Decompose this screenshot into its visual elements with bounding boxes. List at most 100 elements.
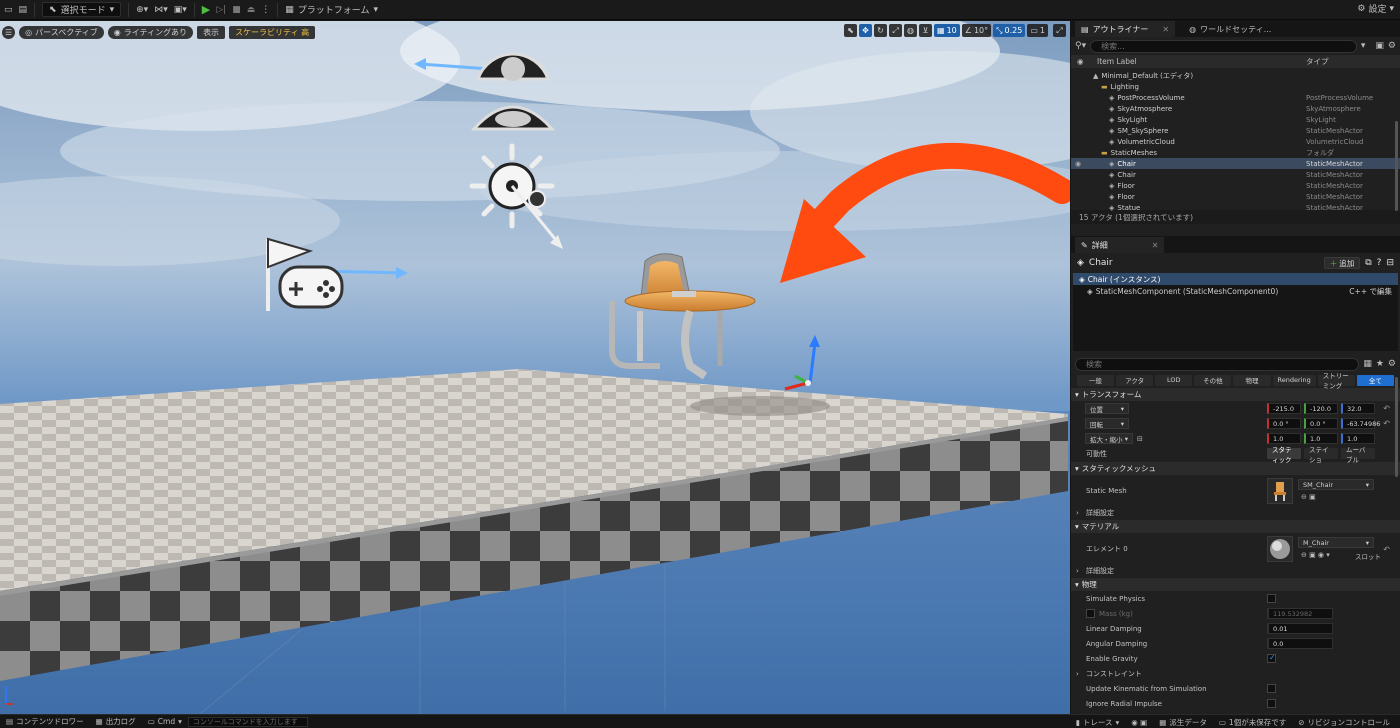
simulate-physics-checkbox[interactable] bbox=[1267, 594, 1276, 603]
outliner-row[interactable]: ◈ Statue StaticMeshActor bbox=[1071, 202, 1400, 213]
static-mesh-advanced-row[interactable]: › 詳細設定 bbox=[1071, 507, 1400, 519]
rotate-snap-button[interactable]: ∠ 10° bbox=[961, 24, 992, 37]
outliner-row[interactable]: ◈ PostProcessVolume PostProcessVolume bbox=[1071, 92, 1400, 103]
scale-y-field[interactable]: 1.0 bbox=[1304, 433, 1338, 444]
favorite-icon[interactable]: ★ bbox=[1376, 359, 1384, 369]
level-viewport[interactable]: ☰ ◎ パースペクティブ ◉ ライティングあり 表示 スケーラビリティ 高 ⬉ … bbox=[0, 21, 1070, 714]
filter-tab[interactable]: その他 bbox=[1194, 374, 1232, 386]
constraints-row[interactable]: › コンストレイント bbox=[1071, 666, 1400, 681]
content-browser-icon[interactable]: ▤ bbox=[19, 2, 28, 18]
edit-in-cpp-link[interactable]: C++ で編集 bbox=[1349, 286, 1392, 297]
table-view-icon[interactable]: ▦ bbox=[1363, 359, 1372, 369]
reset-icon[interactable]: ↶ bbox=[1383, 545, 1390, 554]
outliner-row[interactable]: ◈ Floor StaticMeshActor bbox=[1071, 191, 1400, 202]
chevron-down-icon[interactable]: ▾ bbox=[1361, 41, 1366, 51]
save-icon[interactable]: ▭ bbox=[4, 2, 13, 18]
transform-section-header[interactable]: ▾ トランスフォーム bbox=[1071, 388, 1400, 401]
content-drawer-button[interactable]: ▤ コンテンツドロワー bbox=[0, 716, 90, 727]
grid-snap-button[interactable]: ▦ 10 bbox=[934, 24, 960, 37]
close-icon[interactable]: ✕ bbox=[1152, 241, 1159, 250]
filter-tab[interactable]: 全て bbox=[1356, 374, 1394, 386]
outliner-row[interactable]: ◈ VolumetricCloud VolumetricCloud bbox=[1071, 136, 1400, 147]
component-instance[interactable]: ◈ Chair (インスタンス) bbox=[1073, 273, 1398, 285]
lock-icon[interactable]: ⊟ bbox=[1137, 435, 1143, 443]
enable-gravity-checkbox[interactable] bbox=[1267, 653, 1276, 663]
reset-icon[interactable]: ↶ bbox=[1383, 404, 1390, 413]
static-mesh-dropdown[interactable]: SM_Chair ▾ bbox=[1298, 479, 1374, 490]
static-mesh-thumbnail[interactable] bbox=[1267, 478, 1293, 504]
physics-section-header[interactable]: ▾ 物理 bbox=[1071, 578, 1400, 591]
filter-tab[interactable]: ストリーミング bbox=[1317, 372, 1355, 390]
angular-damping-field[interactable]: 0.0 bbox=[1267, 638, 1333, 649]
scale-tool-icon[interactable]: ⤢ bbox=[889, 24, 903, 37]
static-mesh-section-header[interactable]: ▾ スタティックメッシュ bbox=[1071, 462, 1400, 475]
outliner-row[interactable]: ◈ SkyAtmosphere SkyAtmosphere bbox=[1071, 103, 1400, 114]
details-search-input[interactable]: 検索 bbox=[1075, 357, 1360, 371]
mobility-movable-button[interactable]: ムーバブル bbox=[1341, 446, 1375, 464]
translate-tool-icon[interactable]: ✥ bbox=[859, 24, 873, 37]
type-column[interactable]: タイプ bbox=[1306, 56, 1329, 67]
add-folder-icon[interactable]: ▣ bbox=[1375, 41, 1384, 51]
cinematics-icon[interactable]: ▣▾ bbox=[174, 2, 187, 18]
tab-outliner[interactable]: ▤ アウトライナー ✕ bbox=[1075, 21, 1176, 37]
filter-tab[interactable]: 一般 bbox=[1077, 374, 1115, 386]
help-icon[interactable]: ? bbox=[1377, 258, 1382, 268]
outliner-search-input[interactable]: 検索... bbox=[1090, 39, 1357, 53]
rotate-tool-icon[interactable]: ↻ bbox=[874, 24, 888, 37]
rotation-y-field[interactable]: 0.0 ° bbox=[1304, 418, 1338, 429]
material-browse-icons[interactable]: ⊖ ▣ ◉ ▾ bbox=[1301, 551, 1330, 559]
scalability-button[interactable]: スケーラビリティ 高 bbox=[229, 25, 316, 39]
filter-icon[interactable]: ⚲▾ bbox=[1075, 41, 1086, 51]
visibility-icon[interactable]: ◉ bbox=[1071, 160, 1085, 168]
blueprint-icon[interactable]: ⧉ bbox=[1365, 258, 1371, 268]
outliner-row[interactable]: ◈ Floor StaticMeshActor bbox=[1071, 180, 1400, 191]
rotation-x-field[interactable]: 0.0 ° bbox=[1267, 418, 1301, 429]
scale-x-field[interactable]: 1.0 bbox=[1267, 433, 1301, 444]
lighting-button[interactable]: ◉ ライティングあり bbox=[107, 25, 194, 39]
scale-z-field[interactable]: 1.0 bbox=[1341, 433, 1375, 444]
play-icon[interactable]: ▶ bbox=[202, 2, 210, 18]
outliner-row[interactable]: ▬ Lighting bbox=[1071, 81, 1400, 92]
filter-tab[interactable]: アクタ bbox=[1116, 374, 1154, 386]
output-log-button[interactable]: ▦ 出力ログ bbox=[90, 716, 142, 727]
blueprint-icon[interactable]: ⋈▾ bbox=[154, 2, 168, 18]
trace-button[interactable]: ▮ トレース ▾ bbox=[1070, 717, 1126, 728]
material-thumbnail[interactable] bbox=[1267, 536, 1293, 562]
world-space-icon[interactable]: ◍ bbox=[904, 24, 918, 37]
location-dropdown[interactable]: 位置 ▾ bbox=[1085, 403, 1129, 414]
rotation-dropdown[interactable]: 回転 ▾ bbox=[1085, 418, 1129, 429]
gear-icon[interactable]: ⚙ bbox=[1388, 359, 1396, 369]
update-kinematic-checkbox[interactable] bbox=[1267, 684, 1276, 693]
location-z-field[interactable]: 32.0 bbox=[1341, 403, 1375, 414]
ignore-radial-checkbox[interactable] bbox=[1267, 699, 1276, 708]
lock-icon[interactable]: ⊟ bbox=[1386, 258, 1394, 268]
console-input[interactable]: コンソールコマンドを入力します bbox=[187, 716, 308, 727]
outliner-row[interactable]: ◈ SM_SkySphere StaticMeshActor bbox=[1071, 125, 1400, 136]
revision-control-button[interactable]: ⊘ リビジョンコントロール bbox=[1292, 717, 1396, 728]
settings-button[interactable]: ⚙ 設定 ▾ bbox=[1357, 2, 1394, 16]
show-button[interactable]: 表示 bbox=[197, 25, 226, 39]
mobility-stationary-button[interactable]: ステイショ bbox=[1304, 446, 1338, 464]
platform-dropdown[interactable]: ▦ プラットフォーム ▾ bbox=[285, 2, 378, 18]
camera-speed-button[interactable]: ▭ 1 bbox=[1027, 24, 1048, 37]
mobility-static-button[interactable]: スタティック bbox=[1267, 446, 1301, 464]
close-icon[interactable]: ✕ bbox=[1162, 25, 1169, 34]
item-label-column[interactable]: Item Label bbox=[1097, 57, 1137, 66]
scale-dropdown[interactable]: 拡大・縮小 ▾ bbox=[1085, 433, 1133, 444]
filter-tab[interactable]: Rendering bbox=[1272, 374, 1316, 386]
material-dropdown[interactable]: M_Chair ▾ bbox=[1298, 537, 1374, 548]
material-advanced-row[interactable]: › 詳細設定 bbox=[1071, 565, 1400, 577]
viewport-options-button[interactable]: ☰ bbox=[2, 25, 16, 39]
maximize-viewport-icon[interactable]: ⤢ bbox=[1053, 24, 1066, 37]
record-icon[interactable]: ◉ ▣ bbox=[1125, 718, 1153, 727]
rotation-z-field[interactable]: -63.74986 bbox=[1341, 418, 1380, 429]
outliner-row[interactable]: ◈ Chair StaticMeshActor bbox=[1071, 169, 1400, 180]
eject-icon[interactable]: ⏏ bbox=[247, 2, 256, 18]
tab-details[interactable]: ✎ 詳細 ✕ bbox=[1075, 237, 1165, 253]
outliner-row[interactable]: ◈ SkyLight SkyLight bbox=[1071, 114, 1400, 125]
reset-icon[interactable]: ↶ bbox=[1383, 419, 1390, 428]
mode-dropdown[interactable]: ⬉ 選択モード ▾ bbox=[42, 2, 122, 17]
add-component-button[interactable]: ＋ 追加 bbox=[1323, 257, 1361, 269]
scale-snap-button[interactable]: ⤡ 0.25 bbox=[993, 24, 1026, 37]
unsaved-button[interactable]: ▭ 1個が未保存です bbox=[1213, 717, 1292, 728]
